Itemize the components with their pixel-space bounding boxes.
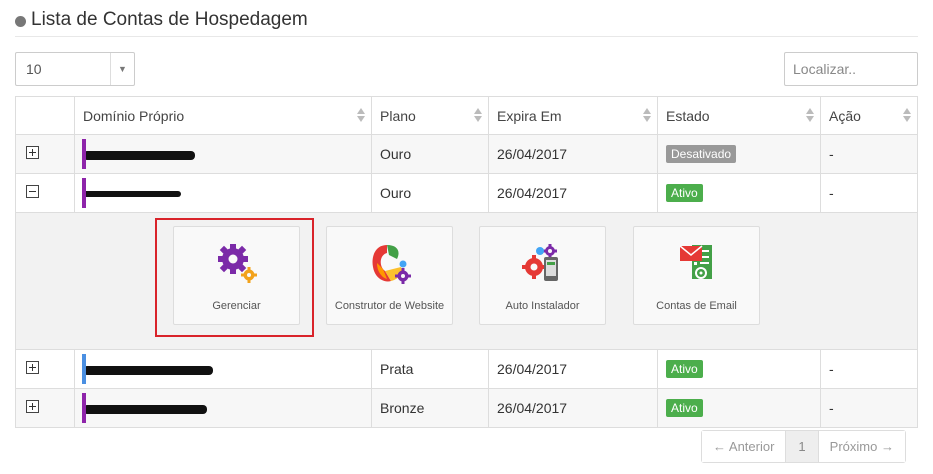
auto-installer-tile[interactable]: Auto Instalador — [479, 226, 606, 325]
email-accounts-icon — [634, 241, 759, 285]
expand-plus-icon[interactable] — [26, 361, 39, 374]
action-cell: - — [820, 134, 918, 174]
column-label: Ação — [829, 107, 861, 124]
table-row: Ouro 26/04/2017 Desativado - — [15, 134, 918, 174]
plan-cell: Ouro — [371, 173, 489, 213]
expanded-tools-row: Gerenciar Construtor de Website Auto Ins… — [15, 212, 918, 350]
plan-cell: Ouro — [371, 134, 489, 174]
domain-cell — [74, 134, 372, 174]
accounts-table: Domínio Próprio Plano Expira Em Estado A… — [15, 96, 918, 428]
plan-cell: Prata — [371, 349, 489, 389]
status-badge: Desativado — [666, 145, 737, 163]
expires-cell: 26/04/2017 — [488, 134, 658, 174]
expand-plus-icon[interactable] — [26, 400, 39, 413]
domain-cell — [74, 173, 372, 213]
domain-cell — [74, 349, 372, 389]
action-cell: - — [820, 388, 918, 428]
highlight-box — [155, 218, 314, 337]
status-badge: Ativo — [666, 360, 703, 378]
page-number-button[interactable]: 1 — [785, 431, 819, 462]
column-header-domain[interactable]: Domínio Próprio — [74, 96, 372, 135]
pagination: ← Anterior 1 Próximo → — [701, 430, 906, 463]
column-header-plan[interactable]: Plano — [371, 96, 489, 135]
sort-icon[interactable] — [357, 108, 365, 124]
action-cell: - — [820, 173, 918, 213]
expand-cell — [15, 349, 75, 389]
column-label: Estado — [666, 107, 710, 124]
column-label: Plano — [380, 107, 416, 124]
expand-column-header — [15, 96, 75, 135]
page-size-select[interactable]: 10 ▼ — [15, 52, 135, 86]
domain-cell — [74, 388, 372, 428]
search-input[interactable] — [784, 52, 918, 86]
column-header-expires[interactable]: Expira Em — [488, 96, 658, 135]
tile-label: Auto Instalador — [505, 300, 580, 312]
table-row: Ouro 26/04/2017 Ativo - — [15, 173, 918, 213]
table-row: Bronze 26/04/2017 Ativo - — [15, 388, 918, 428]
expand-cell — [15, 134, 75, 174]
table-header-row: Domínio Próprio Plano Expira Em Estado A… — [15, 96, 918, 135]
sort-icon[interactable] — [806, 108, 814, 124]
plan-color-bar — [82, 178, 86, 208]
status-cell: Desativado — [657, 134, 821, 174]
website-builder-tile[interactable]: Construtor de Website — [326, 226, 453, 325]
expires-cell: 26/04/2017 — [488, 173, 658, 213]
website-builder-icon — [327, 241, 452, 285]
sort-icon[interactable] — [643, 108, 651, 124]
status-cell: Ativo — [657, 349, 821, 389]
next-page-button[interactable]: Próximo → — [818, 431, 905, 462]
expires-cell: 26/04/2017 — [488, 349, 658, 389]
tile-label: Construtor de Website — [334, 300, 445, 312]
email-accounts-tile[interactable]: Contas de Email — [633, 226, 760, 325]
previous-page-button[interactable]: ← Anterior — [702, 431, 786, 462]
page-size-value: 10 — [26, 61, 42, 77]
expand-plus-icon[interactable] — [26, 146, 39, 159]
status-cell: Ativo — [657, 388, 821, 428]
status-badge: Ativo — [666, 184, 703, 202]
column-label: Domínio Próprio — [83, 107, 185, 124]
status-badge: Ativo — [666, 399, 703, 417]
plan-cell: Bronze — [371, 388, 489, 428]
collapse-minus-icon[interactable] — [26, 185, 39, 198]
tile-label: Contas de Email — [656, 300, 737, 312]
plan-color-bar — [82, 139, 86, 169]
column-label: Expira Em — [497, 107, 562, 124]
tools-panel: Gerenciar Construtor de Website Auto Ins… — [15, 212, 918, 350]
redacted-domain — [83, 404, 207, 414]
expires-cell: 26/04/2017 — [488, 388, 658, 428]
redacted-domain — [83, 150, 195, 160]
column-header-status[interactable]: Estado — [657, 96, 821, 135]
column-header-action[interactable]: Ação — [820, 96, 918, 135]
redacted-domain — [83, 191, 181, 198]
auto-installer-icon — [480, 241, 605, 285]
page-header: Lista de Contas de Hospedagem — [15, 4, 918, 37]
globe-icon — [15, 15, 26, 27]
plan-color-bar — [82, 354, 86, 384]
action-cell: - — [820, 349, 918, 389]
table-row: Prata 26/04/2017 Ativo - — [15, 349, 918, 389]
page-title: Lista de Contas de Hospedagem — [31, 9, 308, 30]
dropdown-arrow-icon[interactable]: ▼ — [110, 53, 134, 85]
plan-color-bar — [82, 393, 86, 423]
sort-icon[interactable] — [903, 108, 911, 124]
redacted-domain — [83, 365, 213, 375]
expand-cell — [15, 173, 75, 213]
status-cell: Ativo — [657, 173, 821, 213]
expand-cell — [15, 388, 75, 428]
sort-icon[interactable] — [474, 108, 482, 124]
